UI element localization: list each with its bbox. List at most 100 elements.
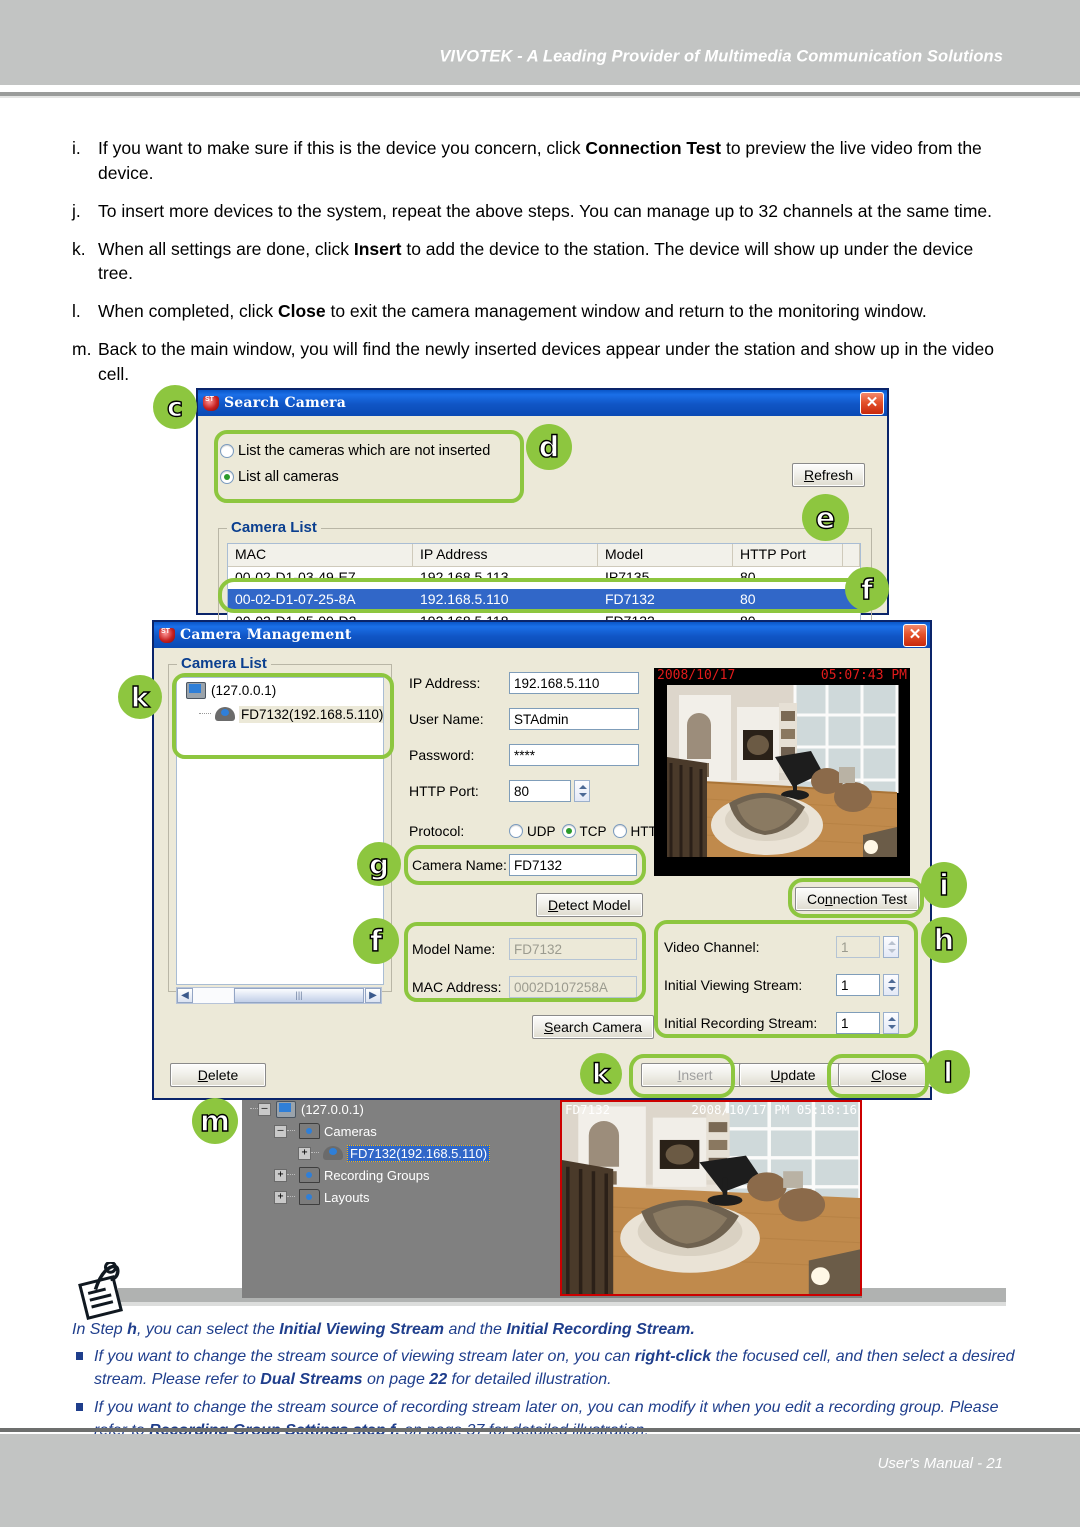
radio-list-all[interactable]: List all cameras [220, 464, 520, 490]
protocol-option-udp[interactable]: UDP [509, 818, 556, 844]
scroll-right-icon[interactable]: ▶ [365, 988, 381, 1003]
protocol-tcp-label: TCP [579, 823, 607, 839]
expander-collapse-icon[interactable]: – [258, 1102, 271, 1116]
close-icon[interactable]: ✕ [903, 624, 927, 647]
expander-expand-icon[interactable]: + [274, 1190, 287, 1204]
tree-node-camera[interactable]: FD7132(192.168.5.110) [177, 702, 383, 726]
protocol-option-tcp[interactable]: TCP [561, 818, 607, 844]
expander-expand-icon[interactable]: + [274, 1168, 287, 1182]
step-marker: i. [72, 138, 81, 158]
living-room-illustration [561, 1102, 862, 1294]
preview-date: 2008/10/17 [657, 668, 736, 683]
tree-node-label: Recording Groups [324, 1167, 430, 1183]
radio-icon-selected[interactable] [220, 470, 234, 484]
main-device-tree[interactable]: – (127.0.0.1) – Cameras + FD7132(192.168… [242, 1098, 542, 1298]
table-row-selected[interactable]: 00-02-D1-07-25-8A 192.168.5.110 FD7132 8… [228, 589, 860, 611]
instruction-steps: i. If you want to make sure if this is t… [72, 136, 1012, 400]
mac-address-row: MAC Address: [412, 976, 637, 998]
close-icon[interactable]: ✕ [860, 392, 884, 415]
tree-node[interactable]: – Cameras [242, 1120, 542, 1142]
model-name-input [509, 938, 637, 960]
mac-address-label: MAC Address: [412, 979, 502, 995]
search-camera-button[interactable]: Search Camera [532, 1015, 655, 1039]
folder-icon [299, 1123, 320, 1139]
refresh-button[interactable]: Refresh [791, 463, 865, 487]
tree-horizontal-scrollbar[interactable]: ◀ ||| ▶ [176, 987, 382, 1004]
header-divider-light [0, 96, 1080, 98]
user-name-label: User Name: [409, 711, 484, 727]
tree-node-root[interactable]: (127.0.0.1) [177, 678, 383, 702]
search-camera-title: Search Camera [224, 395, 347, 411]
folder-icon [299, 1167, 320, 1183]
monitor-icon [186, 681, 206, 699]
close-button[interactable]: Close [838, 1063, 940, 1087]
table-row[interactable]: 00-02-D1-03-49-E7 192.168.5.113 IP7135 8… [228, 567, 860, 589]
update-accel: U [770, 1067, 781, 1083]
initial-recording-stream-stepper[interactable] [883, 1012, 899, 1034]
note-bullet: If you want to change the stream source … [72, 1345, 1022, 1391]
detect-model-button[interactable]: Detect Model [536, 893, 643, 917]
marker-h: h [921, 917, 967, 963]
tree-node[interactable]: – (127.0.0.1) [242, 1098, 542, 1120]
tree-node-selected[interactable]: + FD7132(192.168.5.110) [242, 1142, 542, 1164]
note-block: In Step h, you can select the Initial Vi… [72, 1318, 1022, 1442]
scroll-left-icon[interactable]: ◀ [177, 988, 193, 1003]
radio-icon-selected[interactable] [561, 824, 576, 838]
cell-ip: 192.168.5.113 [420, 569, 509, 585]
scrollbar-thumb[interactable]: ||| [234, 988, 364, 1003]
cell-mac: 00-02-D1-07-25-8A [235, 591, 356, 607]
step-item: m. Back to the main window, you will fin… [72, 337, 1012, 387]
ip-address-input[interactable] [509, 672, 639, 694]
camera-icon [215, 707, 235, 721]
radio-icon[interactable] [220, 444, 234, 458]
cell-mac: 00-02-D1-03-49-E7 [235, 569, 356, 585]
initial-recording-stream-label: Initial Recording Stream: [664, 1015, 818, 1031]
update-button[interactable]: Update [739, 1063, 847, 1087]
video-cell[interactable]: FD7132 2008/10/17 PM 05:18:16 [560, 1100, 862, 1296]
column-header-extra[interactable] [843, 544, 860, 566]
step-text: To insert more devices to the system, re… [98, 200, 992, 221]
connection-test-button[interactable]: Connection Test [795, 887, 920, 911]
model-name-label: Model Name: [412, 941, 496, 957]
protocol-udp-label: UDP [527, 823, 556, 839]
column-header-mac[interactable]: MAC [228, 544, 413, 566]
living-room-illustration [654, 668, 910, 876]
marker-d: d [526, 424, 572, 470]
expander-collapse-icon[interactable]: – [274, 1124, 287, 1138]
search-camera-window: Search Camera ✕ List the cameras which a… [196, 388, 889, 634]
column-header-model[interactable]: Model [598, 544, 733, 566]
tree-node[interactable]: + Layouts [242, 1186, 542, 1208]
initial-recording-stream-input[interactable] [836, 1012, 880, 1034]
page-header-title: VIVOTEK - A Leading Provider of Multimed… [439, 47, 1003, 66]
camera-management-title: Camera Management [180, 627, 352, 643]
http-port-stepper[interactable] [574, 780, 590, 802]
marker-k-insert: k [580, 1053, 622, 1095]
delete-button[interactable]: Delete [170, 1063, 266, 1087]
insert-button[interactable]: Insert [641, 1063, 749, 1087]
camera-name-input[interactable] [509, 854, 637, 876]
refresh-accel: R [803, 467, 815, 483]
column-header-ip[interactable]: IP Address [413, 544, 598, 566]
http-port-input[interactable] [509, 780, 571, 802]
preview-time: 05:07:43 PM [820, 668, 907, 683]
tree-node[interactable]: + Recording Groups [242, 1164, 542, 1186]
tree-node-label: FD7132(192.168.5.110) [347, 1144, 491, 1162]
app-shield-icon [159, 627, 175, 643]
radio-icon[interactable] [509, 824, 523, 838]
video-channel-input [836, 936, 880, 958]
video-cell-image [561, 1102, 862, 1294]
radio-not-inserted[interactable]: List the cameras which are not inserted [220, 438, 520, 464]
marker-e: e [802, 494, 849, 541]
initial-viewing-stream-row: Initial Viewing Stream: [664, 974, 899, 996]
mgmt-camera-list-legend: Camera List [177, 655, 271, 672]
user-name-input[interactable] [509, 708, 639, 730]
http-port-row: HTTP Port: [409, 780, 590, 802]
initial-viewing-stream-input[interactable] [836, 974, 880, 996]
column-header-httpport[interactable]: HTTP Port [733, 544, 843, 566]
expander-expand-icon[interactable]: + [298, 1146, 311, 1160]
radio-icon[interactable] [612, 824, 627, 838]
initial-viewing-stream-stepper[interactable] [883, 974, 899, 996]
password-input[interactable] [509, 744, 639, 766]
preview-video[interactable]: 2008/10/17 05:07:43 PM [654, 668, 910, 876]
scrollbar-track[interactable] [193, 988, 233, 1003]
